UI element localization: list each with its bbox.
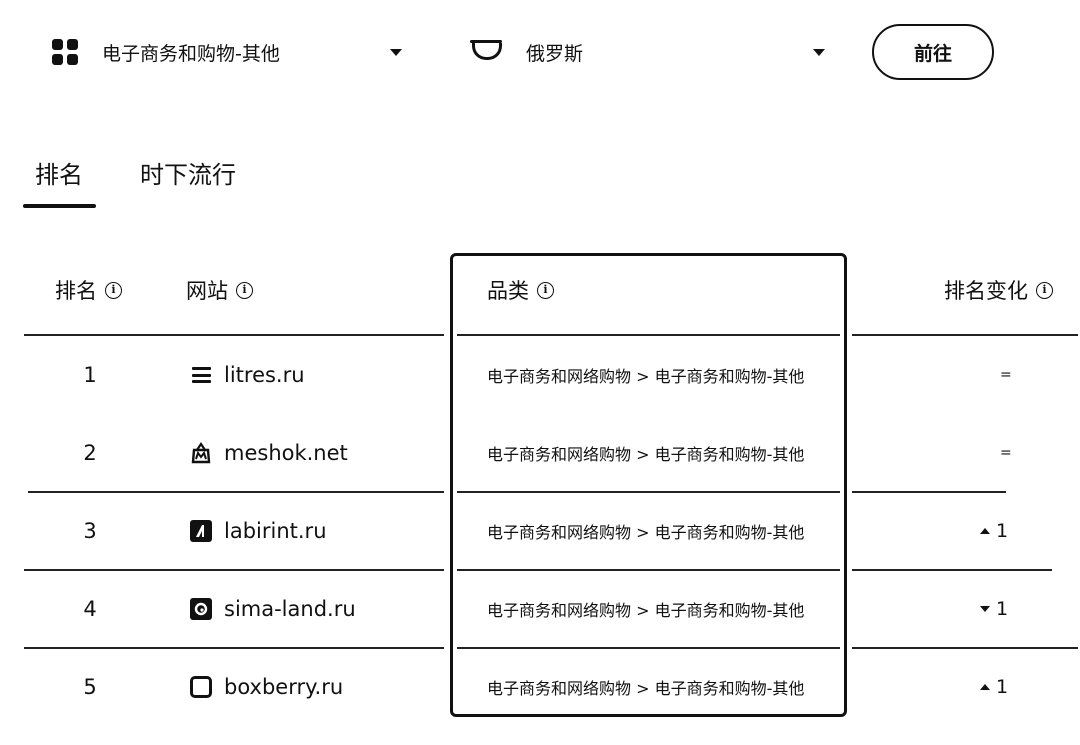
site-link[interactable]: sima-land.ru — [224, 597, 356, 621]
labirint-icon — [190, 520, 212, 542]
table-row[interactable]: 4 sima-land.ru 电子商务和网络购物 > 电子商务和购物-其他 1 — [0, 570, 1080, 648]
header-rank-change: 排名变化 i — [944, 275, 1053, 305]
active-tab-indicator — [23, 204, 96, 208]
category-dropdown[interactable]: 电子商务和购物-其他 — [52, 24, 402, 80]
rank-change-value: = — [1000, 445, 1012, 461]
go-button[interactable]: 前往 — [872, 24, 994, 80]
rank-change-cell: = — [980, 336, 1040, 414]
category-cell: 电子商务和网络购物 > 电子商务和购物-其他 — [487, 445, 805, 464]
header-rank: 排名 i — [55, 275, 122, 305]
site-link[interactable]: meshok.net — [224, 441, 348, 465]
info-icon[interactable]: i — [105, 281, 122, 299]
rank-change-value: 1 — [996, 598, 1009, 620]
header-rank-label: 排名 — [55, 279, 97, 303]
site-cell[interactable]: sima-land.ru — [190, 570, 356, 648]
rank-cell: 5 — [83, 675, 97, 699]
rank-cell: 2 — [83, 441, 97, 465]
country-dropdown[interactable]: 俄罗斯 — [470, 24, 825, 80]
arrow-down-icon — [980, 606, 990, 612]
rank-cell: 4 — [83, 597, 97, 621]
table-row[interactable]: 2 meshok.net 电子商务和网络购物 > 电子商务和购物-其他 = — [0, 414, 1080, 492]
site-link[interactable]: boxberry.ru — [224, 675, 343, 699]
russia-flag-icon — [470, 40, 502, 64]
header-site: 网站 i — [186, 275, 253, 305]
sima-land-icon — [190, 598, 212, 620]
category-dropdown-label: 电子商务和购物-其他 — [102, 42, 280, 65]
tab-trending[interactable]: 时下流行 — [140, 155, 236, 190]
meshok-icon — [190, 442, 212, 464]
arrow-up-icon — [980, 528, 990, 534]
rank-change-value: 1 — [996, 676, 1009, 698]
site-cell[interactable]: boxberry.ru — [190, 648, 343, 726]
rank-change-value: 1 — [996, 520, 1009, 542]
rank-cell: 1 — [83, 363, 97, 387]
category-cell: 电子商务和网络购物 > 电子商务和购物-其他 — [487, 601, 805, 620]
site-cell[interactable]: labirint.ru — [190, 492, 327, 570]
rank-change-cell: 1 — [980, 570, 1040, 648]
category-cell: 电子商务和网络购物 > 电子商务和购物-其他 — [487, 523, 805, 542]
rank-change-value: = — [1000, 367, 1012, 383]
tab-ranking[interactable]: 排名 — [35, 155, 83, 190]
rank-change-cell: 1 — [980, 648, 1040, 726]
header-rank-change-label: 排名变化 — [944, 279, 1028, 303]
boxberry-icon — [190, 676, 212, 698]
rank-change-cell: = — [980, 414, 1040, 492]
chevron-down-icon — [813, 48, 825, 56]
info-icon[interactable]: i — [236, 281, 253, 299]
table-row[interactable]: 1 litres.ru 电子商务和网络购物 > 电子商务和购物-其他 = — [0, 336, 1080, 414]
table-row[interactable]: 3 labirint.ru 电子商务和网络购物 > 电子商务和购物-其他 1 — [0, 492, 1080, 570]
rank-change-cell: 1 — [980, 492, 1040, 570]
grid-icon — [52, 39, 78, 65]
category-cell: 电子商务和网络购物 > 电子商务和购物-其他 — [487, 679, 805, 698]
arrow-up-icon — [980, 684, 990, 690]
country-dropdown-label: 俄罗斯 — [526, 42, 584, 65]
header-site-label: 网站 — [186, 279, 228, 303]
chevron-down-icon — [390, 48, 402, 56]
site-link[interactable]: litres.ru — [224, 363, 305, 387]
litres-icon — [190, 364, 212, 386]
table-row[interactable]: 5 boxberry.ru 电子商务和网络购物 > 电子商务和购物-其他 1 — [0, 648, 1080, 726]
site-link[interactable]: labirint.ru — [224, 519, 327, 543]
site-cell[interactable]: litres.ru — [190, 336, 305, 414]
site-cell[interactable]: meshok.net — [190, 414, 348, 492]
info-icon[interactable]: i — [1036, 281, 1053, 299]
rank-cell: 3 — [83, 519, 97, 543]
category-cell: 电子商务和网络购物 > 电子商务和购物-其他 — [487, 367, 805, 386]
